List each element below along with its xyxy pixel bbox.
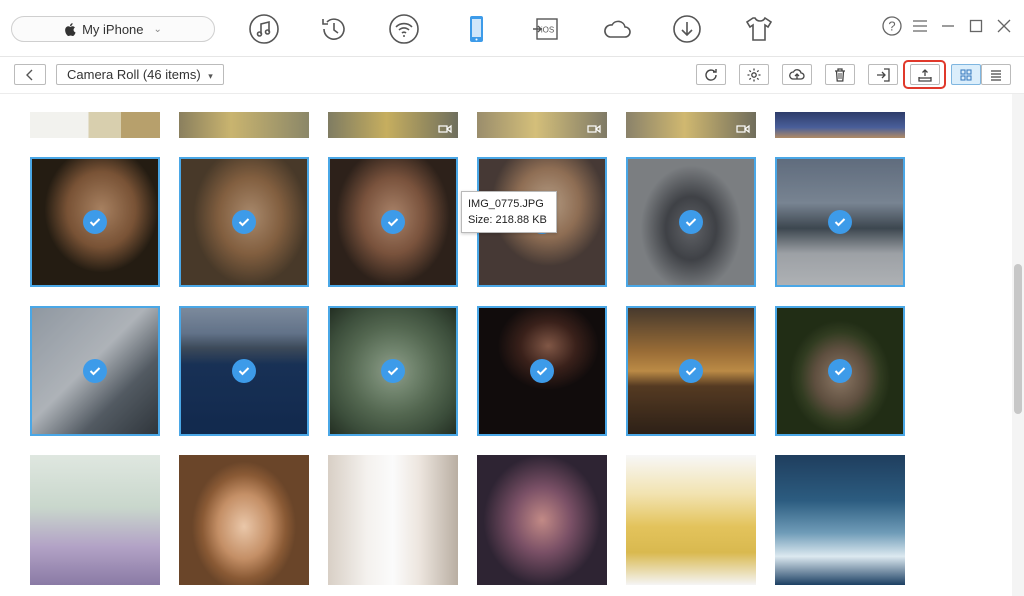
check-icon xyxy=(232,210,256,234)
photo-thumbnail[interactable] xyxy=(775,112,905,138)
check-icon xyxy=(828,210,852,234)
device-name: My iPhone xyxy=(82,21,144,37)
music-icon[interactable] xyxy=(247,12,281,46)
photo-thumbnail[interactable] xyxy=(179,306,309,436)
photo-thumbnail[interactable] xyxy=(626,455,756,585)
import-icon xyxy=(877,67,890,82)
list-icon xyxy=(991,69,1001,81)
photo-thumbnail[interactable] xyxy=(328,455,458,585)
album-label: Camera Roll (46 items) xyxy=(67,67,201,82)
photo-thumbnail[interactable] xyxy=(775,306,905,436)
chevron-left-icon xyxy=(26,69,33,80)
check-icon xyxy=(679,359,703,383)
photo-thumbnail[interactable] xyxy=(477,455,607,585)
list-view-button[interactable] xyxy=(981,64,1011,85)
apple-icon xyxy=(65,22,76,36)
photo-toolbar: Camera Roll (46 items) ▾ xyxy=(0,57,1024,94)
photo-thumbnail[interactable] xyxy=(179,112,309,138)
gear-icon xyxy=(747,68,761,81)
settings-button[interactable] xyxy=(739,64,769,85)
video-icon xyxy=(736,124,750,134)
export-highlight-box xyxy=(903,60,946,89)
download-icon[interactable] xyxy=(670,12,704,46)
scrollbar-thumb[interactable] xyxy=(1014,264,1022,414)
photo-thumbnail[interactable] xyxy=(626,157,756,287)
photo-grid xyxy=(0,94,1012,596)
photo-info-tooltip: IMG_0775.JPG Size: 218.88 KB xyxy=(461,191,557,233)
device-selector[interactable]: My iPhone ⌄ xyxy=(11,16,215,42)
vertical-scrollbar[interactable] xyxy=(1012,94,1024,596)
minimize-icon[interactable] xyxy=(938,16,958,36)
svg-text:iOS: iOS xyxy=(541,26,554,35)
tooltip-size: Size: 218.88 KB xyxy=(468,214,547,226)
photo-thumbnail[interactable] xyxy=(30,306,160,436)
photo-thumbnail[interactable] xyxy=(179,157,309,287)
photo-thumbnail[interactable] xyxy=(328,157,458,287)
delete-button[interactable] xyxy=(825,64,855,85)
check-icon xyxy=(828,359,852,383)
svg-text:?: ? xyxy=(888,19,895,34)
check-icon xyxy=(381,359,405,383)
ios-icon[interactable]: iOS xyxy=(529,12,563,46)
video-icon xyxy=(438,124,452,134)
photo-thumbnail[interactable] xyxy=(626,306,756,436)
album-selector[interactable]: Camera Roll (46 items) ▾ xyxy=(56,64,224,85)
back-button[interactable] xyxy=(14,64,46,85)
close-icon[interactable] xyxy=(994,16,1014,36)
photo-thumbnail[interactable] xyxy=(179,455,309,585)
check-icon xyxy=(530,359,554,383)
maximize-icon[interactable] xyxy=(966,16,986,36)
refresh-button[interactable] xyxy=(696,64,726,85)
check-icon xyxy=(679,210,703,234)
grid-icon xyxy=(960,68,972,81)
photo-thumbnail[interactable] xyxy=(775,455,905,585)
upload-to-cloud-button[interactable] xyxy=(782,64,812,85)
photo-thumbnail[interactable] xyxy=(30,112,160,138)
history-icon[interactable] xyxy=(317,12,351,46)
check-icon xyxy=(232,359,256,383)
check-icon xyxy=(83,210,107,234)
cloud-icon[interactable] xyxy=(600,12,634,46)
chevron-down-icon: ▾ xyxy=(208,71,213,81)
cloud-upload-icon xyxy=(789,68,805,80)
import-button[interactable] xyxy=(868,64,898,85)
top-navigation-bar: My iPhone ⌄ iOS ? xyxy=(0,0,1024,57)
phone-icon[interactable] xyxy=(459,12,493,46)
tooltip-filename: IMG_0775.JPG xyxy=(468,198,544,210)
tshirt-icon[interactable] xyxy=(741,12,775,46)
photo-thumbnail[interactable] xyxy=(477,306,607,436)
refresh-icon xyxy=(705,68,717,81)
trash-icon xyxy=(835,67,845,82)
photo-thumbnail[interactable] xyxy=(328,306,458,436)
video-thumbnail[interactable] xyxy=(477,112,607,138)
photo-thumbnail[interactable] xyxy=(30,455,160,585)
chevron-down-icon: ⌄ xyxy=(153,23,162,35)
video-thumbnail[interactable] xyxy=(328,112,458,138)
grid-view-button[interactable] xyxy=(951,64,981,85)
help-icon[interactable]: ? xyxy=(882,16,902,36)
check-icon xyxy=(381,210,405,234)
photo-thumbnail[interactable] xyxy=(775,157,905,287)
video-icon xyxy=(587,124,601,134)
photo-thumbnail[interactable] xyxy=(30,157,160,287)
check-icon xyxy=(83,359,107,383)
video-thumbnail[interactable] xyxy=(626,112,756,138)
wifi-icon[interactable] xyxy=(387,12,421,46)
menu-icon[interactable] xyxy=(910,16,930,36)
